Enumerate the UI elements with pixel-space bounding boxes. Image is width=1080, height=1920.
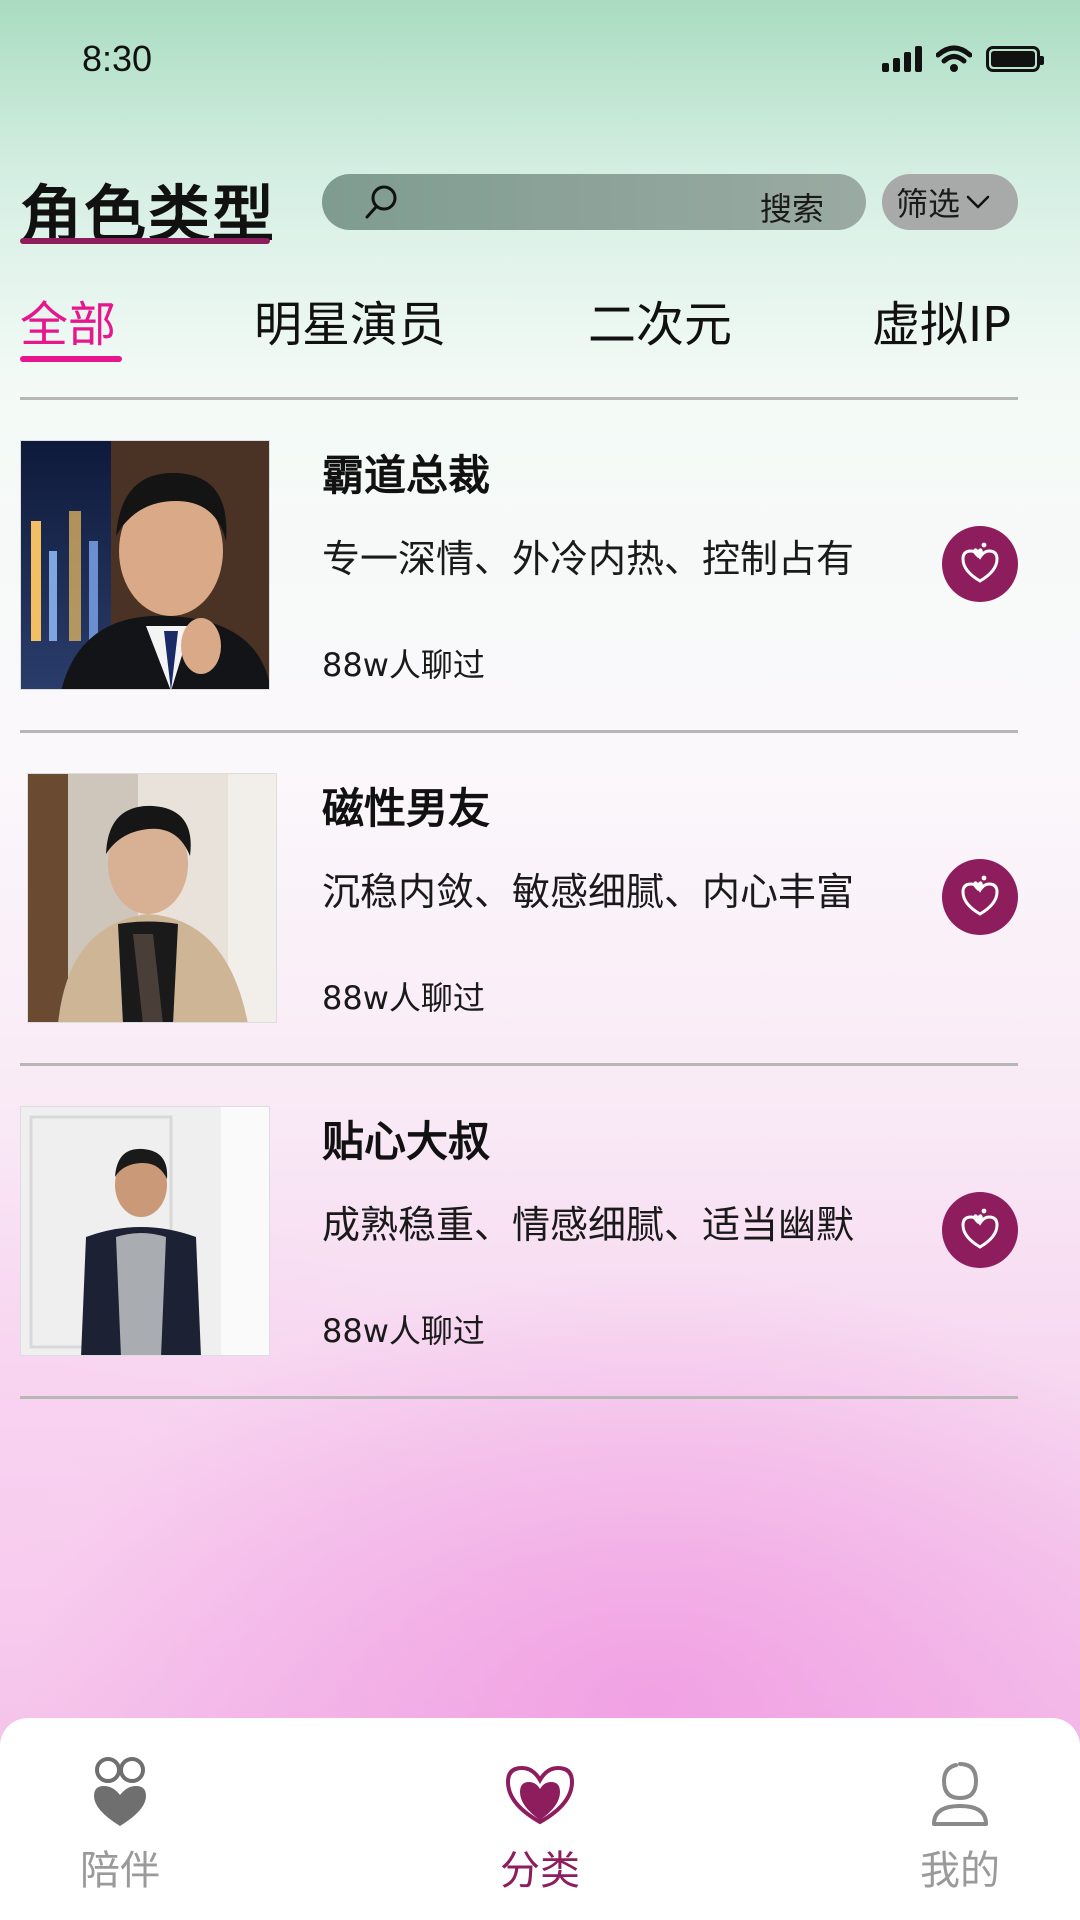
character-avatar [27, 773, 277, 1023]
bottom-nav: 陪伴 分类 我的 [0, 1718, 1080, 1920]
character-avatar [20, 1106, 270, 1356]
character-tags: 沉稳内敛、敏感细腻、内心丰富 [322, 870, 855, 914]
heart-chat-icon [961, 1208, 999, 1249]
category-tabs: 全部 明星演员 二次元 虚拟IP [0, 285, 1080, 370]
category-heart-icon [505, 1765, 575, 1825]
search-input[interactable]: 搜索 [322, 174, 866, 230]
heart-chat-icon [961, 875, 999, 916]
status-bar: 8:30 [0, 0, 1080, 120]
character-tags: 成熟稳重、情感细腻、适当幽默 [322, 1203, 855, 1247]
chat-button[interactable] [942, 1192, 1018, 1268]
tab-all[interactable]: 全部 [20, 285, 116, 355]
character-name: 磁性男友 [322, 784, 491, 833]
battery-icon [986, 46, 1044, 72]
heart-chat-icon [961, 542, 999, 583]
character-tags: 专一深情、外冷内热、控制占有 [322, 537, 855, 581]
wifi-icon [936, 45, 972, 72]
cellular-signal-icon [882, 46, 922, 72]
list-divider [20, 1396, 1018, 1399]
status-icons [882, 42, 1044, 76]
title-underline [20, 238, 270, 244]
tab-celebrity-actors[interactable]: 明星演员 [254, 285, 446, 355]
filter-button[interactable]: 筛选 [882, 174, 1018, 230]
chevron-down-icon [966, 195, 990, 209]
tab-anime[interactable]: 二次元 [588, 285, 732, 355]
list-item[interactable]: 霸道总裁 专一深情、外冷内热、控制占有 88w人聊过 [0, 400, 1080, 733]
chat-count: 88w人聊过 [322, 1312, 485, 1350]
status-time: 8:30 [82, 38, 153, 79]
active-tab-indicator [20, 356, 122, 362]
nav-label: 陪伴 [80, 1848, 160, 1894]
search-icon [365, 185, 397, 219]
chat-count: 88w人聊过 [322, 646, 485, 684]
character-avatar [20, 440, 270, 690]
nav-item-category[interactable]: 分类 [460, 1754, 620, 1894]
list-item[interactable]: 磁性男友 沉稳内敛、敏感细腻、内心丰富 88w人聊过 [0, 733, 1080, 1066]
character-name: 贴心大叔 [322, 1117, 491, 1166]
nav-label: 我的 [920, 1848, 1000, 1894]
chat-count: 88w人聊过 [322, 979, 485, 1017]
companion-icon [94, 1757, 146, 1826]
nav-label: 分类 [500, 1848, 580, 1894]
nav-item-companion[interactable]: 陪伴 [40, 1754, 200, 1894]
list-item[interactable]: 贴心大叔 成熟稳重、情感细腻、适当幽默 88w人聊过 [0, 1066, 1080, 1399]
search-button-label[interactable]: 搜索 [760, 184, 824, 230]
nav-item-profile[interactable]: 我的 [880, 1754, 1040, 1894]
tab-virtual-ip[interactable]: 虚拟IP [872, 285, 1011, 355]
filter-label: 筛选 [896, 185, 961, 223]
chat-button[interactable] [942, 526, 1018, 602]
character-name: 霸道总裁 [322, 451, 491, 500]
profile-icon [932, 1762, 988, 1826]
header: 角色类型 搜索 筛选 [0, 160, 1080, 260]
chat-button[interactable] [942, 859, 1018, 935]
